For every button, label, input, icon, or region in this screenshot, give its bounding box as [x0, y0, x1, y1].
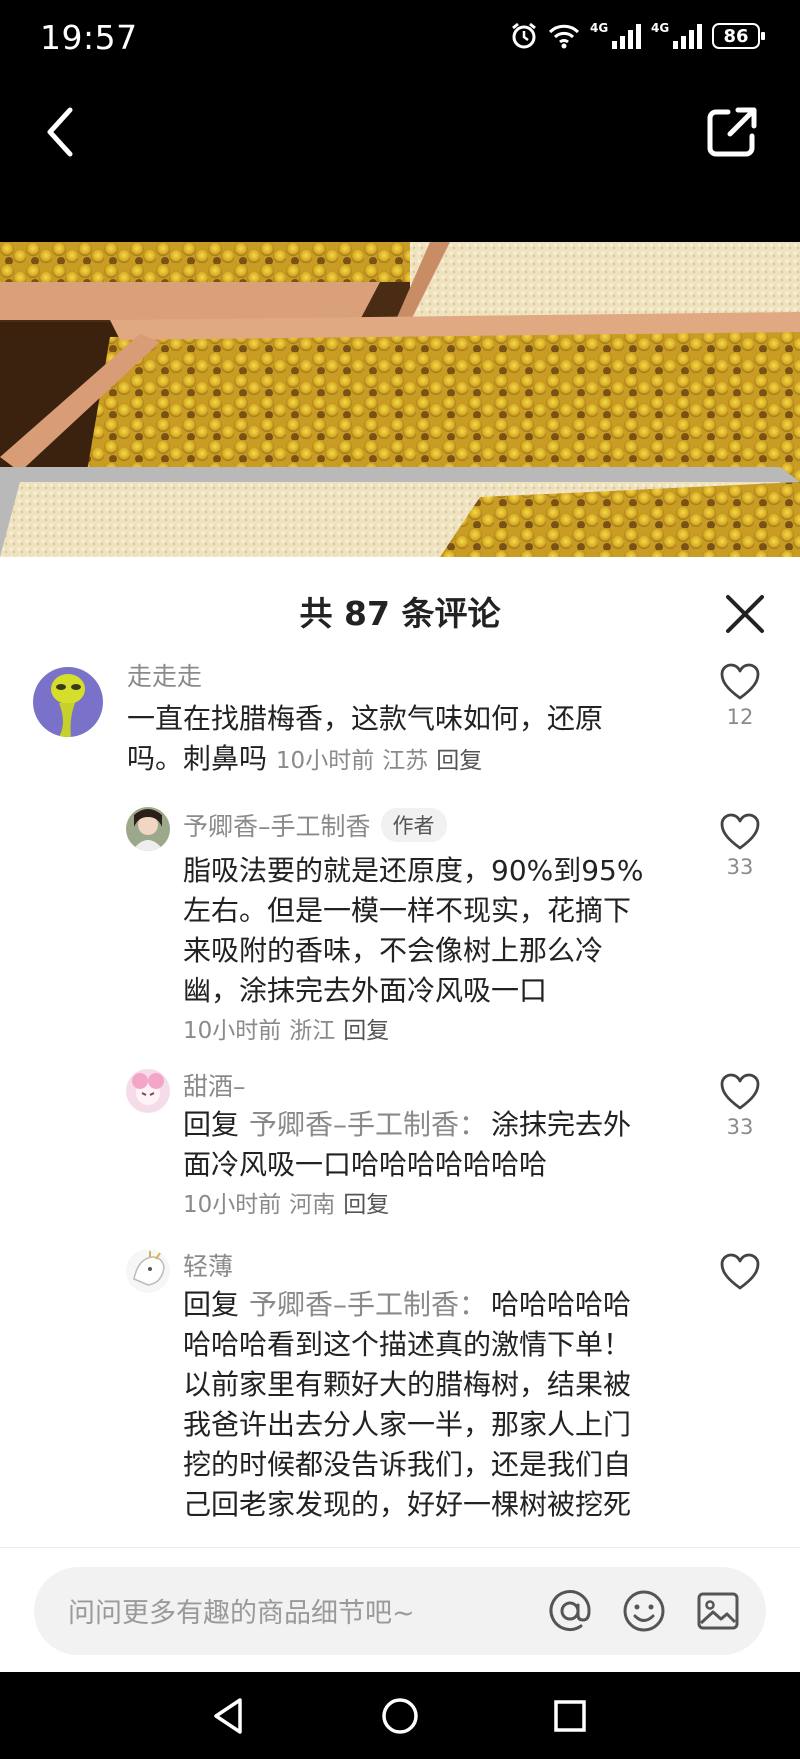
like-count: 33 [726, 855, 754, 879]
comment-meta: 10小时前 河南 回复 [183, 1192, 390, 1218]
system-nav-bar [0, 1672, 800, 1759]
heart-icon [720, 813, 760, 850]
image-icon[interactable] [694, 1587, 742, 1635]
comment-text: 回复 予卿香–手工制香： 哈哈哈哈哈 哈哈哈看到这个描述真的激情下单！ 以前家里有颗… [183, 1288, 632, 1521]
close-icon[interactable] [724, 593, 766, 635]
reply-button[interactable]: 回复 [343, 1018, 389, 1044]
avatar[interactable] [126, 807, 170, 851]
nav-recents-icon[interactable] [548, 1694, 592, 1738]
signal-icon: 4G [590, 21, 641, 49]
heart-icon [720, 663, 760, 700]
alarm-icon [512, 22, 536, 49]
reply-prefix: 回复 [183, 1108, 240, 1141]
avatar[interactable] [126, 1249, 170, 1293]
comment-count-title: 共 87 条评论 [299, 594, 501, 633]
status-time: 19:57 [40, 18, 138, 57]
product-image [0, 242, 800, 557]
nav-home-icon[interactable] [378, 1694, 422, 1738]
like-button[interactable]: 33 [710, 813, 770, 879]
heart-icon [720, 1073, 760, 1110]
avatar[interactable] [126, 1069, 170, 1113]
comment-meta: 10小时前 浙江 回复 [183, 1018, 390, 1044]
wifi-icon [548, 24, 580, 49]
comment-meta: 10小时前 江苏 回复 [275, 748, 483, 774]
comment-username[interactable]: 走走走 [127, 657, 202, 693]
divider [0, 1547, 800, 1548]
like-button[interactable] [710, 1253, 770, 1291]
comment-sheet: 共 87 条评论 走走走 一直在找腊梅香，这款气味如何，还原 吗。刺鼻吗 10小… [0, 557, 800, 1672]
comment-text: 一直在找腊梅香，这款气味如何，还原 吗。刺鼻吗 10小时前 江苏 回复 [127, 702, 604, 775]
like-button[interactable]: 33 [710, 1073, 770, 1139]
reply-to-username[interactable]: 予卿香–手工制香： [249, 1288, 487, 1321]
reply-button[interactable]: 回复 [436, 748, 482, 774]
comment-username[interactable]: 予卿香–手工制香 作者 [183, 807, 447, 843]
at-icon[interactable] [546, 1587, 594, 1635]
emoji-icon[interactable] [620, 1587, 668, 1635]
signal-icon: 4G [651, 21, 702, 49]
comment-list[interactable]: 走走走 一直在找腊梅香，这款气味如何，还原 吗。刺鼻吗 10小时前 江苏 回复 12 [0, 657, 800, 1547]
reply-to-username[interactable]: 予卿香–手工制香： [249, 1108, 487, 1141]
avatar[interactable] [33, 667, 103, 737]
like-button[interactable]: 12 [710, 663, 770, 729]
top-nav [0, 80, 800, 242]
heart-icon [720, 1253, 760, 1290]
reply-prefix: 回复 [183, 1288, 240, 1321]
reply-button[interactable]: 回复 [343, 1192, 389, 1218]
back-icon[interactable] [38, 102, 82, 162]
comment-username[interactable]: 轻薄 [183, 1247, 233, 1283]
comment-input[interactable]: 问问更多有趣的商品细节吧~ [34, 1567, 766, 1655]
like-count: 33 [726, 1115, 754, 1139]
comment-text: 脂吸法要的就是还原度，90%到95% 左右。但是一模一样不现实，花摘下 来吸附的… [183, 851, 663, 1051]
comment-text: 回复 予卿香–手工制香： 涂抹完去外 面冷风吸一口哈哈哈哈哈哈哈 10小时前 河南 回复 [183, 1105, 673, 1225]
share-icon[interactable] [702, 102, 762, 162]
nav-back-icon[interactable] [208, 1694, 252, 1738]
status-bar: 19:57 4G 4G 86 [0, 0, 800, 80]
author-badge: 作者 [380, 808, 447, 842]
comment-username[interactable]: 甜酒– [183, 1067, 246, 1103]
like-count: 12 [726, 705, 754, 729]
comment-input-placeholder: 问问更多有趣的商品细节吧~ [68, 1598, 415, 1629]
status-icons: 4G 4G 86 [510, 21, 765, 50]
battery-icon: 86 [712, 23, 765, 49]
